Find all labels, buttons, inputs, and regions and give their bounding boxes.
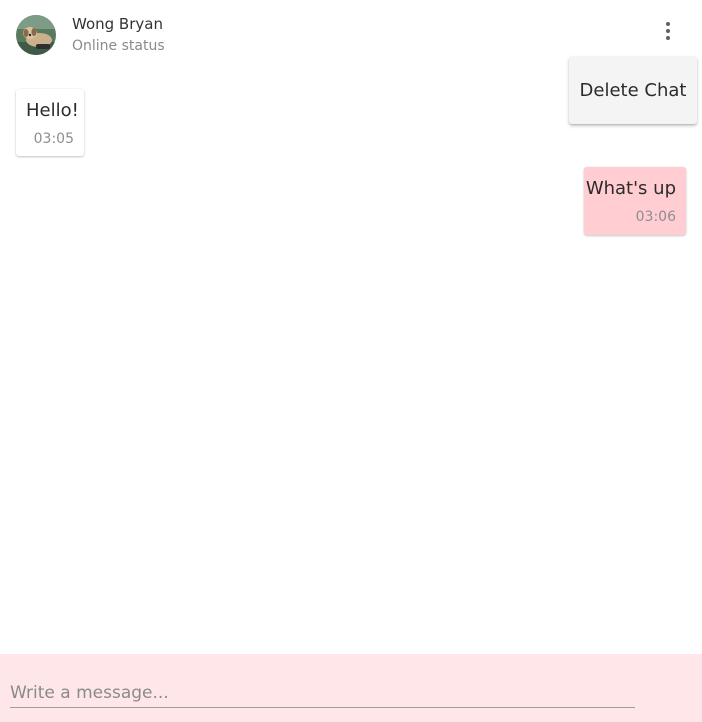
outgoing-message: What's up 03:06 bbox=[584, 167, 686, 235]
message-composer bbox=[0, 654, 702, 722]
delete-chat-menu-item[interactable]: Delete Chat bbox=[569, 56, 697, 124]
message-text: Hello! bbox=[26, 100, 79, 121]
incoming-message: Hello! 03:05 bbox=[16, 89, 84, 156]
message-time: 03:05 bbox=[33, 131, 74, 147]
chat-window: Wong Bryan Online status Delete Chat Hel… bbox=[0, 0, 702, 722]
message-time: 03:06 bbox=[635, 209, 676, 225]
contact-avatar[interactable] bbox=[16, 15, 56, 55]
message-input[interactable] bbox=[10, 679, 635, 708]
contact-status: Online status bbox=[72, 38, 165, 54]
message-text: What's up bbox=[585, 178, 676, 199]
menu-dot bbox=[666, 29, 670, 33]
menu-dot bbox=[666, 22, 670, 26]
contact-name: Wong Bryan bbox=[72, 15, 163, 33]
more-options-button[interactable] bbox=[652, 14, 684, 48]
dog-avatar-icon bbox=[16, 15, 56, 55]
menu-dot bbox=[666, 36, 670, 40]
options-menu: Delete Chat bbox=[569, 56, 697, 124]
